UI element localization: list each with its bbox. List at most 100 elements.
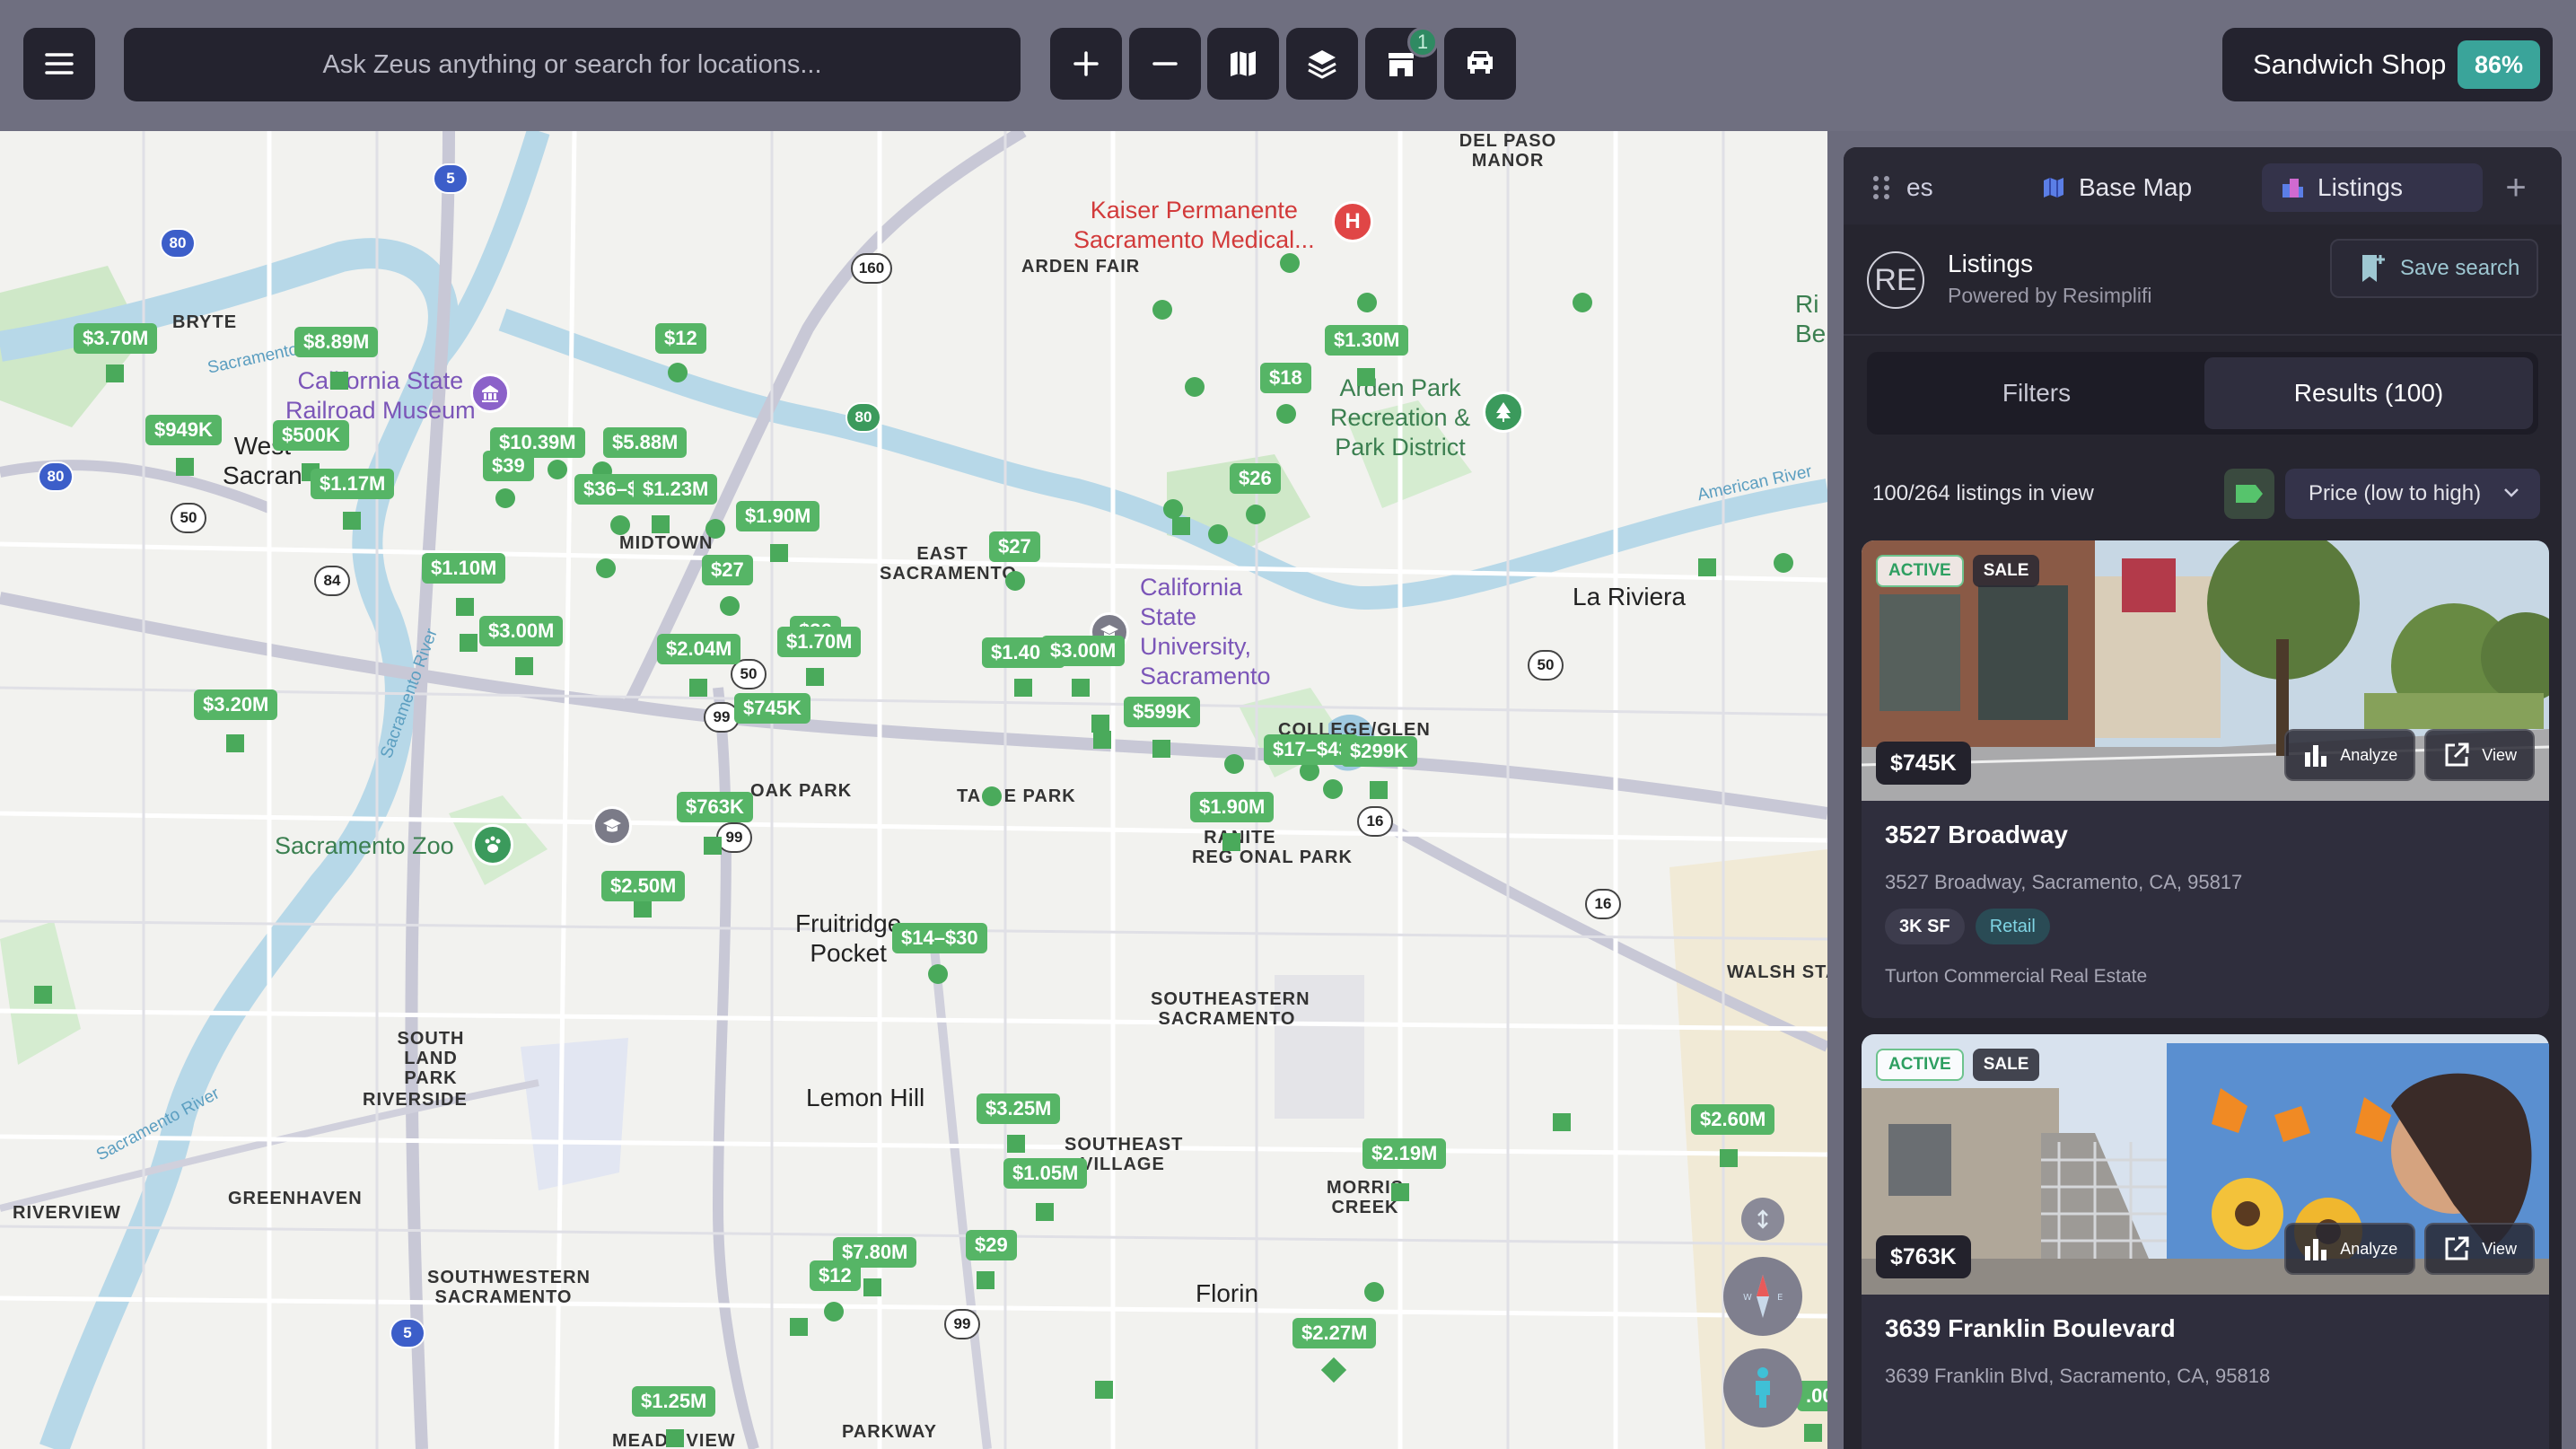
listing-marker[interactable] (982, 786, 1002, 806)
price-tag[interactable]: $1.70M (777, 627, 862, 657)
tab-results[interactable]: Results (100) (2204, 357, 2533, 429)
listing-marker[interactable] (634, 900, 652, 918)
map-canvas[interactable]: BRYTE MIDTOWN EAST SACRAMENTO ARDEN FAIR… (0, 131, 1827, 1449)
listing-marker[interactable] (666, 1429, 684, 1447)
menu-button[interactable] (23, 28, 95, 100)
listing-marker[interactable] (790, 1318, 808, 1336)
tab-filters[interactable]: Filters (1872, 357, 2201, 429)
listing-marker[interactable] (1720, 1149, 1738, 1167)
price-tag[interactable]: $39 (483, 451, 534, 481)
listing-marker[interactable] (652, 515, 670, 533)
listing-marker[interactable] (1036, 1203, 1054, 1221)
price-tag[interactable]: $27 (989, 531, 1040, 562)
listing-marker[interactable] (456, 598, 474, 616)
analyze-button[interactable]: Analyze (2284, 729, 2416, 781)
price-tag[interactable]: $745K (734, 693, 810, 724)
listing-marker[interactable] (1224, 754, 1244, 774)
listing-marker[interactable] (863, 1278, 881, 1296)
listing-marker[interactable] (1093, 731, 1111, 749)
price-tag[interactable]: $12 (810, 1260, 861, 1291)
listing-marker[interactable] (977, 1271, 994, 1289)
add-tab-button[interactable]: + (2495, 167, 2537, 208)
price-tag[interactable]: $1.25M (632, 1386, 716, 1417)
listing-marker[interactable] (1095, 1381, 1113, 1399)
price-tag[interactable]: $2.19M (1362, 1138, 1447, 1169)
business-selector[interactable]: Sandwich Shop 86% (2222, 28, 2553, 101)
price-tag[interactable]: $1.23M (634, 474, 718, 505)
price-tag[interactable]: $5.88M (603, 427, 688, 458)
listing-marker[interactable] (720, 596, 740, 616)
listing-marker[interactable] (106, 364, 124, 382)
price-tag[interactable]: $599K (1124, 697, 1200, 727)
museum-icon[interactable] (470, 373, 510, 413)
map-sync-toggle[interactable] (2224, 469, 2274, 519)
listing-marker[interactable] (1774, 553, 1793, 573)
results-list[interactable]: ACTIVE SALE $745K Analyze View 3527 Broa… (1844, 533, 2562, 1449)
price-tag[interactable]: $299K (1341, 736, 1417, 767)
listing-marker[interactable] (1276, 404, 1296, 424)
price-tag[interactable]: $2.27M (1292, 1318, 1377, 1348)
price-tag[interactable]: $949K (145, 415, 222, 445)
pitch-button[interactable] (1741, 1198, 1784, 1241)
price-tag[interactable]: $12 (655, 323, 706, 354)
zoom-in-button[interactable] (1050, 28, 1122, 100)
price-tag[interactable]: $1.10M (422, 553, 506, 584)
listing-marker[interactable] (176, 458, 194, 476)
listing-card[interactable]: ACTIVE SALE $763K Analyze View 3639 Fran… (1862, 1034, 2549, 1449)
poi-label-csu-sacramento[interactable]: California State University, Sacramento (1140, 573, 1271, 691)
price-tag[interactable]: $763K (677, 792, 753, 822)
listing-marker[interactable] (1280, 253, 1300, 273)
price-tag[interactable]: $8.89M (294, 327, 379, 357)
listing-marker[interactable] (1091, 715, 1109, 733)
price-tag[interactable]: $3.25M (977, 1093, 1061, 1124)
listing-marker[interactable] (1185, 377, 1205, 397)
price-tag[interactable]: $2.50M (601, 871, 686, 901)
listing-marker[interactable] (1553, 1113, 1571, 1131)
tree-icon[interactable] (1483, 391, 1524, 433)
price-tag[interactable]: $1.30M (1325, 325, 1409, 356)
price-tag[interactable]: $29 (966, 1230, 1017, 1260)
listing-marker[interactable] (1573, 293, 1592, 312)
zoom-out-button[interactable] (1129, 28, 1201, 100)
tab-listings[interactable]: Listings (2262, 163, 2483, 212)
listing-marker[interactable] (1172, 517, 1190, 535)
poi-label-kaiser-permanente[interactable]: Kaiser Permanente Sacramento Medical... (1073, 196, 1315, 255)
listing-marker[interactable] (689, 679, 707, 697)
price-tag[interactable]: $14–$30 (892, 923, 987, 953)
listing-marker[interactable] (1246, 505, 1266, 524)
listing-marker[interactable] (1208, 524, 1228, 544)
listing-marker[interactable] (343, 512, 361, 530)
listing-marker[interactable] (1152, 740, 1170, 758)
listing-marker[interactable] (1357, 368, 1375, 386)
listing-marker[interactable] (1222, 833, 1240, 851)
school-icon[interactable] (592, 806, 632, 846)
listing-marker[interactable] (515, 657, 533, 675)
price-tag[interactable]: $3.70M (74, 323, 158, 354)
listing-marker[interactable] (1072, 679, 1090, 697)
tab-previous[interactable]: es (1906, 163, 1933, 212)
price-tag[interactable]: $2.60M (1691, 1104, 1775, 1135)
search-input[interactable] (124, 28, 1021, 101)
price-tag[interactable]: $500K (273, 420, 349, 451)
listing-marker[interactable] (1007, 1135, 1025, 1153)
listing-title[interactable]: 3527 Broadway (1885, 821, 2068, 849)
listing-marker[interactable] (1014, 679, 1032, 697)
listing-marker[interactable] (705, 519, 725, 539)
price-tag[interactable]: $3.20M (194, 689, 278, 720)
price-tag[interactable]: $3.00M (1041, 636, 1126, 666)
price-tag[interactable]: $26 (1230, 463, 1281, 494)
listing-marker[interactable] (824, 1302, 844, 1322)
tab-base-map[interactable]: Base Map (2023, 163, 2210, 212)
listing-card[interactable]: ACTIVE SALE $745K Analyze View 3527 Broa… (1862, 540, 2549, 1018)
listing-marker[interactable] (1357, 293, 1377, 312)
listing-marker[interactable] (928, 964, 948, 984)
listing-title[interactable]: 3639 Franklin Boulevard (1885, 1314, 2176, 1343)
listing-marker[interactable] (226, 734, 244, 752)
listing-marker[interactable] (1163, 499, 1183, 519)
price-tag[interactable]: $1.90M (1190, 792, 1275, 822)
listing-marker[interactable] (1323, 779, 1343, 799)
car-button[interactable] (1444, 28, 1516, 100)
poi-label-arden-park[interactable]: Arden Park Recreation & Park District (1330, 373, 1470, 462)
listing-marker[interactable] (1698, 558, 1716, 576)
listing-marker[interactable] (1005, 571, 1025, 591)
